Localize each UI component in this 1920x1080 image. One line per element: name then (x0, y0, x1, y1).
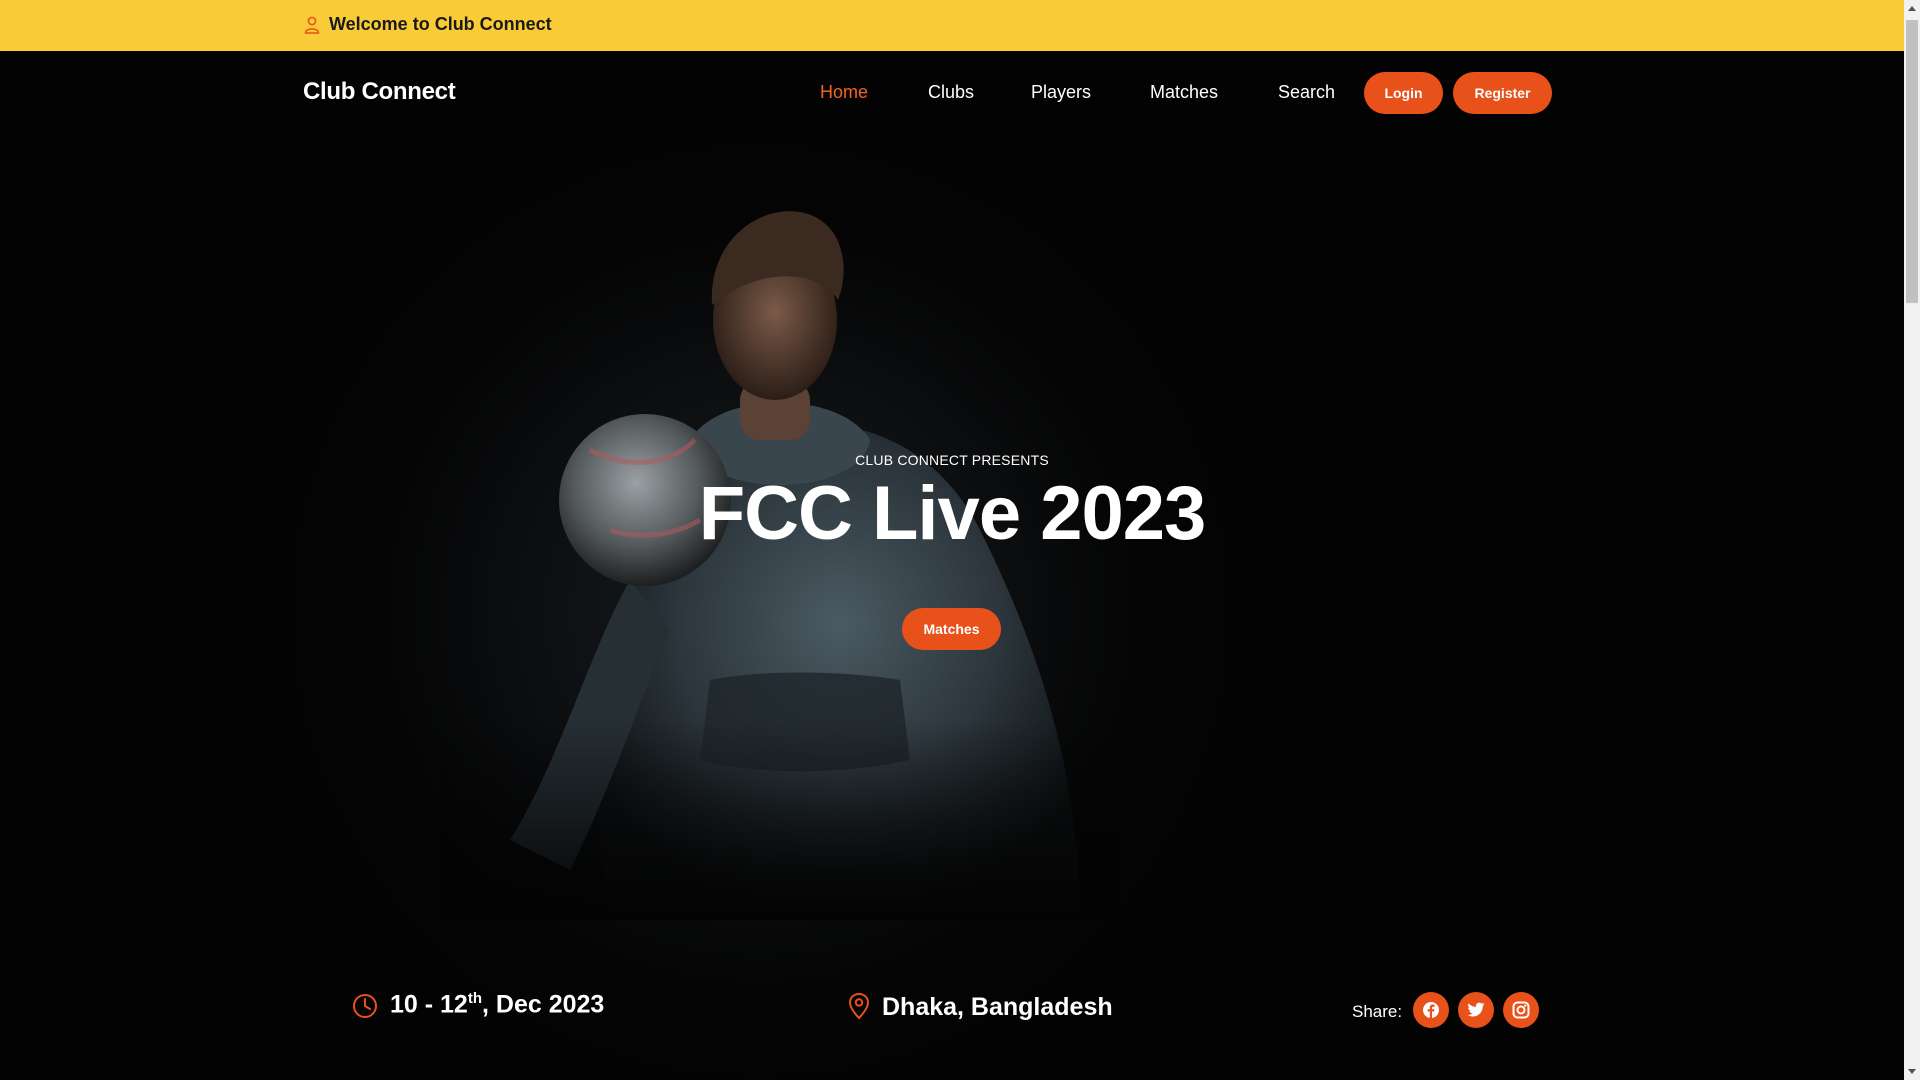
matches-button[interactable]: Matches (902, 608, 1001, 650)
hero-title: FCC Live 2023 (698, 471, 1207, 556)
welcome-text: Welcome to Club Connect (329, 14, 552, 34)
scroll-down-icon[interactable] (1908, 1069, 1916, 1074)
clock-icon (353, 994, 377, 1018)
welcome-bar: Welcome to Club Connect (0, 0, 1904, 51)
nav-home[interactable]: Home (820, 82, 868, 103)
register-button[interactable]: Register (1453, 72, 1552, 114)
brand-logo[interactable]: Club Connect (303, 78, 456, 106)
scroll-up-icon[interactable] (1908, 6, 1916, 11)
login-button[interactable]: Login (1364, 72, 1443, 114)
hero-player-image (440, 211, 1120, 920)
hero-subtitle: CLUB CONNECT PRESENTS (855, 452, 1049, 468)
nav-matches[interactable]: Matches (1150, 82, 1218, 103)
nav-clubs[interactable]: Clubs (928, 82, 974, 103)
event-date: 10 - 12th, Dec 2023 (390, 990, 605, 1019)
share-label: Share: (1352, 1002, 1403, 1021)
page: Welcome to Club Connect Club Connect Hom… (0, 0, 1904, 1080)
facebook-icon[interactable] (1413, 992, 1449, 1028)
scrollbar-thumb[interactable] (1906, 20, 1918, 303)
nav-search[interactable]: Search (1278, 82, 1335, 103)
twitter-icon[interactable] (1458, 992, 1494, 1028)
user-icon (304, 16, 320, 34)
location-pin-icon (848, 992, 870, 1020)
nav-players[interactable]: Players (1031, 82, 1091, 103)
event-location: Dhaka, Bangladesh (882, 993, 1113, 1021)
instagram-icon[interactable] (1503, 992, 1539, 1028)
